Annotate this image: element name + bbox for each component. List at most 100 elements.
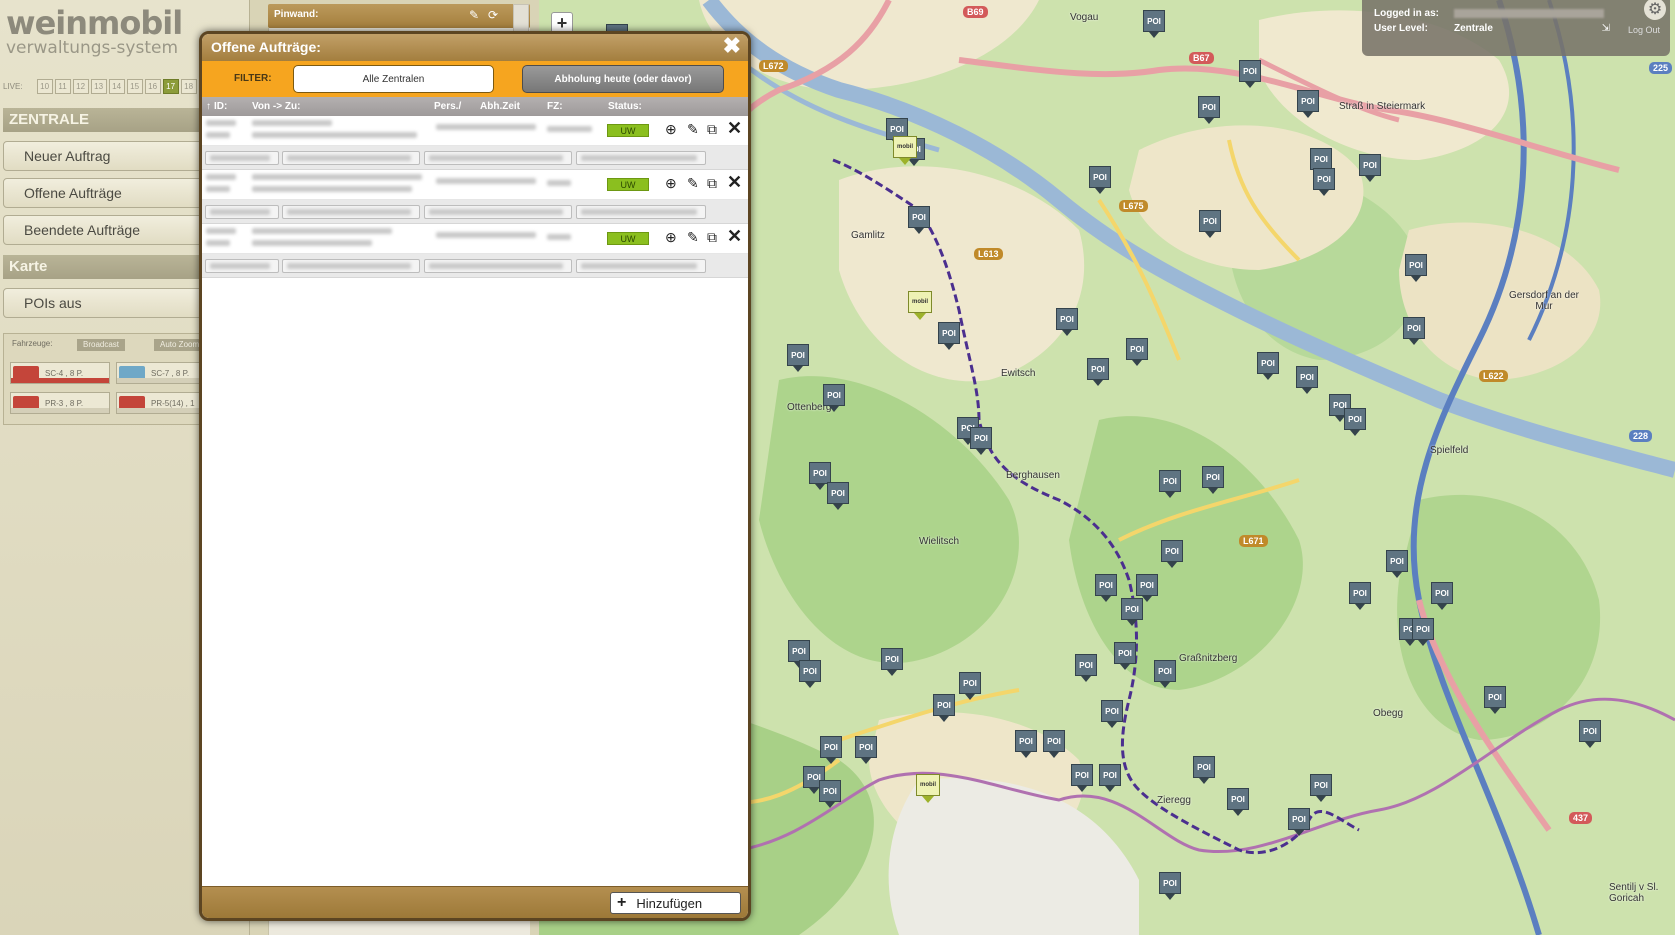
poi-marker[interactable]: POI [1159, 470, 1181, 498]
poi-marker[interactable]: POI [1405, 254, 1427, 282]
close-icon[interactable]: ✖ [723, 35, 741, 57]
live-day[interactable]: 18 [180, 79, 197, 94]
poi-marker[interactable]: POI [1071, 764, 1093, 792]
poi-marker[interactable]: POI [970, 427, 992, 455]
pencil-icon[interactable]: ✎ [687, 175, 699, 192]
col-pers[interactable]: Pers./ [434, 101, 461, 112]
poi-marker[interactable]: POI [1310, 774, 1332, 802]
poi-marker[interactable]: POI [855, 736, 877, 764]
poi-marker[interactable]: POI [933, 694, 955, 722]
live-day[interactable]: 10 [36, 79, 53, 94]
poi-marker[interactable]: POI [881, 648, 903, 676]
poi-marker[interactable]: POI [1288, 808, 1310, 836]
broadcast-button[interactable]: Broadcast [77, 339, 126, 351]
poi-marker[interactable]: POI [788, 640, 810, 668]
col-status[interactable]: Status: [608, 101, 642, 112]
vehicle-map-marker[interactable]: mobil [908, 291, 932, 320]
poi-marker[interactable]: POI [1114, 642, 1136, 670]
poi-marker[interactable]: POI [1344, 408, 1366, 436]
poi-marker[interactable]: POI [1121, 598, 1143, 626]
filter-today-button[interactable]: Abholung heute (oder davor) [522, 65, 724, 93]
add-order-button[interactable]: + Hinzufügen [610, 892, 741, 914]
poi-marker[interactable]: POI [819, 780, 841, 808]
poi-marker[interactable]: POI [1136, 574, 1158, 602]
logout-icon[interactable]: ⇲ [1602, 23, 1610, 34]
poi-marker[interactable]: POI [1087, 358, 1109, 386]
poi-marker[interactable]: POI [823, 384, 845, 412]
col-route[interactable]: Von -> Zu: [252, 101, 300, 112]
delete-icon[interactable]: ✕ [727, 118, 742, 139]
vehicle-item[interactable]: PR-3 , 8 P. [10, 392, 110, 414]
poi-marker[interactable]: POI [1484, 686, 1506, 714]
vehicle-map-marker[interactable]: mobil [893, 136, 917, 165]
crosshair-icon[interactable]: ⊕ [665, 175, 677, 192]
table-row[interactable]: UW ⊕ ✎ ⧉ ✕ [202, 116, 748, 146]
poi-marker[interactable]: POI [1193, 756, 1215, 784]
copy-icon[interactable]: ⧉ [707, 175, 717, 192]
poi-marker[interactable]: POI [1075, 654, 1097, 682]
live-day-active[interactable]: 17 [162, 79, 179, 94]
poi-marker[interactable]: POI [1297, 90, 1319, 118]
poi-marker[interactable]: POI [1015, 730, 1037, 758]
poi-marker[interactable]: POI [1239, 60, 1261, 88]
poi-marker[interactable]: POI [809, 462, 831, 490]
col-id[interactable]: ID: [214, 101, 227, 112]
col-abh[interactable]: Abh.Zeit [480, 101, 520, 112]
poi-marker[interactable]: POI [1143, 10, 1165, 38]
poi-marker[interactable]: POI [1386, 550, 1408, 578]
vehicle-map-marker[interactable]: mobil [916, 774, 940, 803]
poi-marker[interactable]: POI [908, 206, 930, 234]
pencil-icon[interactable]: ✎ [469, 8, 479, 22]
live-day[interactable]: 15 [126, 79, 143, 94]
crosshair-icon[interactable]: ⊕ [665, 121, 677, 138]
poi-marker[interactable]: POI [799, 660, 821, 688]
poi-marker[interactable]: POI [938, 322, 960, 350]
poi-marker[interactable]: POI [1227, 788, 1249, 816]
poi-marker[interactable]: POI [1095, 574, 1117, 602]
poi-marker[interactable]: POI [1310, 148, 1332, 176]
poi-marker[interactable]: POI [1126, 338, 1148, 366]
live-day[interactable]: 13 [90, 79, 107, 94]
poi-marker[interactable]: POI [1101, 700, 1123, 728]
poi-marker[interactable]: POI [1154, 660, 1176, 688]
poi-marker[interactable]: POI [1199, 210, 1221, 238]
filter-select[interactable]: Alle Zentralen [293, 65, 494, 93]
copy-icon[interactable]: ⧉ [707, 121, 717, 138]
live-day[interactable]: 12 [72, 79, 89, 94]
live-day[interactable]: 11 [54, 79, 71, 94]
refresh-icon[interactable]: ⟳ [488, 8, 498, 22]
poi-marker[interactable]: POI [1089, 166, 1111, 194]
live-day[interactable]: 16 [144, 79, 161, 94]
crosshair-icon[interactable]: ⊕ [665, 229, 677, 246]
poi-marker[interactable]: POI [1403, 317, 1425, 345]
copy-icon[interactable]: ⧉ [707, 229, 717, 246]
poi-marker[interactable]: POI [1431, 582, 1453, 610]
poi-marker[interactable]: POI [820, 736, 842, 764]
col-fz[interactable]: FZ: [547, 101, 563, 112]
poi-marker[interactable]: POI [1161, 540, 1183, 568]
poi-marker[interactable]: POI [827, 482, 849, 510]
poi-marker[interactable]: POI [1359, 154, 1381, 182]
poi-marker[interactable]: POI [1043, 730, 1065, 758]
poi-marker[interactable]: POI [1257, 352, 1279, 380]
poi-marker[interactable]: POI [1202, 466, 1224, 494]
poi-marker[interactable]: POI [1579, 720, 1601, 748]
delete-icon[interactable]: ✕ [727, 226, 742, 247]
sort-icon[interactable]: ↑ [206, 101, 211, 112]
poi-marker[interactable]: POI [1099, 764, 1121, 792]
logout-link[interactable]: Log Out [1628, 25, 1660, 35]
poi-marker[interactable]: POI [1159, 872, 1181, 900]
poi-marker[interactable]: POI [787, 344, 809, 372]
pencil-icon[interactable]: ✎ [687, 121, 699, 138]
poi-marker[interactable]: POI [1313, 168, 1335, 196]
live-day[interactable]: 14 [108, 79, 125, 94]
poi-marker[interactable]: POI [1412, 618, 1434, 646]
pencil-icon[interactable]: ✎ [687, 229, 699, 246]
poi-marker[interactable]: POI [1296, 366, 1318, 394]
delete-icon[interactable]: ✕ [727, 172, 742, 193]
auto-zoom-button[interactable]: Auto Zoom [154, 339, 206, 351]
poi-marker[interactable]: POI [959, 672, 981, 700]
gear-icon[interactable]: ⚙ [1644, 0, 1666, 20]
poi-marker[interactable]: POI [1056, 308, 1078, 336]
table-row[interactable]: UW ⊕ ✎ ⧉ ✕ [202, 224, 748, 254]
